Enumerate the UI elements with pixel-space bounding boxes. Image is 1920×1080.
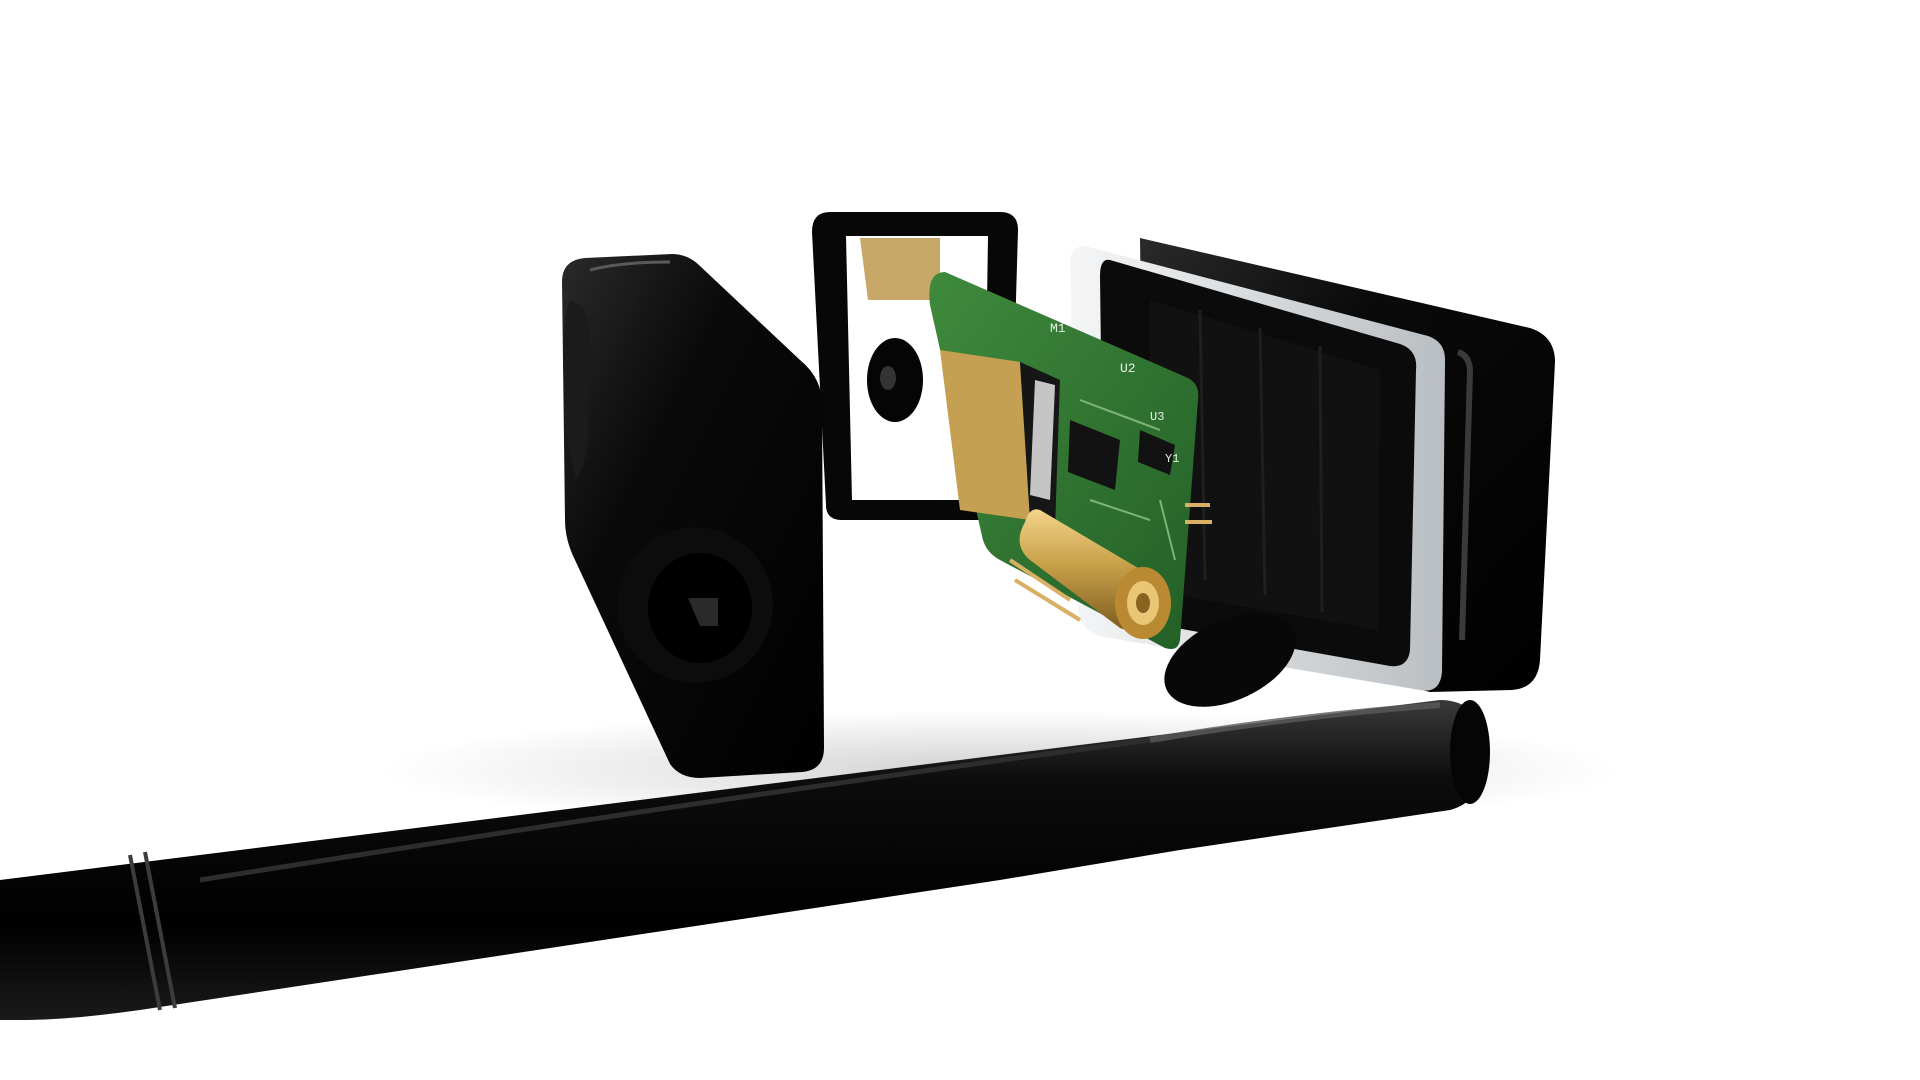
silk-u2: U2: [1120, 361, 1136, 376]
render-canvas: M1 U2 U3 Y1: [0, 212, 1620, 1020]
silk-m1: M1: [1050, 321, 1066, 336]
silk-u3: U3: [1150, 410, 1164, 424]
product-render: M1 U2 U3 Y1: [0, 0, 1920, 1080]
silk-y1: Y1: [1165, 452, 1179, 466]
left-enclosure-half: [562, 254, 824, 778]
